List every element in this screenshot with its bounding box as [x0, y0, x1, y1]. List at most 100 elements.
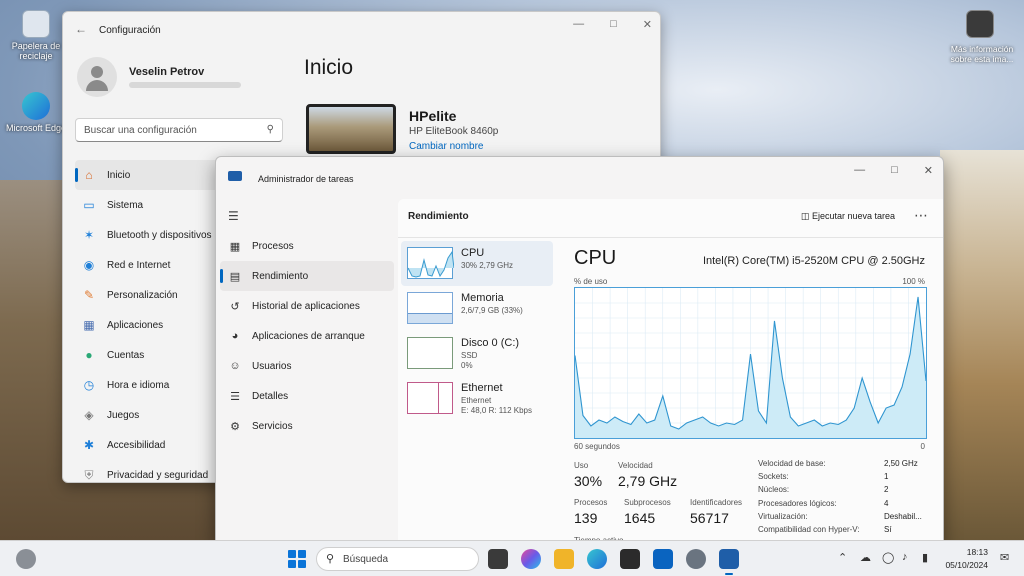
nav-item-accesibilidad[interactable]: ✱ Accesibilidad — [75, 430, 235, 460]
battery-icon[interactable]: ▮ — [922, 551, 928, 564]
nav-item-juegos[interactable]: ◈ Juegos — [75, 400, 235, 430]
nav-item-privacidad[interactable]: ⛨ Privacidad y seguridad — [75, 460, 235, 482]
cpu-model: Intel(R) Core(TM) i5-2520M CPU @ 2.50GHz — [702, 255, 925, 267]
volume-icon[interactable]: ♪ — [902, 551, 908, 563]
globe-clock-icon: ◷ — [83, 378, 95, 392]
clock[interactable]: 18:13 05/10/2024 — [945, 546, 988, 572]
nav-item-sistema[interactable]: ▭ Sistema — [75, 190, 235, 220]
tm-nav-label: Historial de aplicaciones — [252, 300, 360, 312]
file-explorer-icon[interactable] — [554, 549, 574, 569]
spec-row: Velocidad de base: 2,50 GHz — [758, 459, 928, 472]
nav-label: Bluetooth y dispositivos — [107, 229, 212, 241]
tm-nav-procesos[interactable]: ▦ Procesos — [220, 231, 394, 261]
task-manager-taskbar-icon[interactable] — [719, 549, 739, 575]
resource-cpu[interactable]: CPU 30% 2,79 GHz — [401, 241, 553, 286]
close-icon[interactable]: ✕ — [924, 164, 933, 177]
history-icon: ↺ — [230, 300, 240, 313]
copilot-icon[interactable] — [521, 549, 541, 569]
clock-time: 18:13 — [966, 547, 988, 557]
brush-icon: ✎ — [83, 288, 95, 302]
start-button[interactable] — [288, 550, 306, 568]
search-icon: ⚲ — [266, 124, 274, 135]
tm-nav-label: Servicios — [252, 420, 293, 432]
camera-info-icon[interactable] — [966, 10, 994, 38]
nav-label: Inicio — [107, 169, 131, 181]
tm-nav-rendimiento[interactable]: ▤ Rendimiento — [220, 261, 394, 291]
new-task-icon: ◫ — [800, 211, 812, 221]
back-arrow-icon[interactable]: ← — [75, 22, 87, 36]
stat-speed-label: Velocidad — [618, 461, 653, 470]
task-view-icon[interactable] — [488, 549, 508, 569]
shield-icon: ⛨ — [84, 467, 94, 482]
wallpaper-info-label[interactable]: Más información sobre esta ima... — [944, 44, 1020, 64]
tm-nav-historial[interactable]: ↺ Historial de aplicaciones — [220, 291, 394, 321]
avatar[interactable] — [77, 57, 117, 97]
edge-icon — [22, 92, 50, 120]
resource-sub: SSD 0% — [461, 351, 478, 370]
edge-shortcut[interactable]: Microsoft Edge — [4, 92, 68, 133]
notification-bell-icon[interactable]: ✉ — [1000, 551, 1009, 564]
edge-label: Microsoft Edge — [5, 123, 67, 133]
cpu-thumb-graph — [407, 250, 455, 278]
nav-item-red[interactable]: ◉ Red e Internet — [75, 250, 235, 280]
search-icon: ⚲ — [326, 553, 335, 565]
recycle-bin-shortcut[interactable]: Papelera de reciclaje — [4, 10, 68, 61]
nav-label: Accesibilidad — [107, 439, 166, 451]
tm-nav-label: Rendimiento — [252, 270, 309, 282]
cpu-usage-graph — [574, 287, 927, 439]
nav-label: Cuentas — [107, 349, 145, 361]
rename-link[interactable]: Cambiar nombre — [409, 141, 483, 152]
gamepad-icon: ◈ — [84, 408, 94, 422]
tm-nav-label: Aplicaciones de arranque — [252, 330, 365, 342]
resource-memory[interactable]: Memoria 2,6/7,9 GB (33%) — [401, 286, 553, 331]
nav-item-hora[interactable]: ◷ Hora e idioma — [75, 370, 235, 400]
cloud-icon[interactable]: ☁ — [860, 551, 871, 564]
nav-item-cuentas[interactable]: ● Cuentas — [75, 340, 235, 370]
spec-key: Compatibilidad con Hyper-V: — [758, 524, 860, 534]
resource-name: Memoria — [461, 292, 504, 304]
tm-nav-arranque[interactable]: ◕ Aplicaciones de arranque — [220, 321, 394, 351]
settings-nav: ⌂ Inicio ▭ Sistema ✶ Bluetooth y dispositiv… — [75, 160, 235, 482]
tm-nav-usuarios[interactable]: ☺ Usuarios — [220, 351, 394, 381]
spec-row: Procesadores lógicos: 4 — [758, 499, 928, 512]
store-icon[interactable] — [620, 549, 640, 569]
network-icon[interactable]: ◯ — [882, 551, 894, 564]
edge-icon[interactable] — [587, 549, 607, 569]
tm-window-controls: — □ ✕ — [854, 164, 933, 177]
nav-label: Personalización — [107, 289, 178, 301]
settings-title: Configuración — [99, 25, 161, 36]
settings-gear-icon[interactable] — [686, 549, 706, 569]
tm-nav-servicios[interactable]: ⚙ Servicios — [220, 411, 394, 441]
outlook-icon[interactable] — [653, 549, 673, 569]
tm-nav-label: Usuarios — [252, 360, 292, 372]
tm-nav-detalles[interactable]: ☰ Detalles — [220, 381, 394, 411]
nav-label: Sistema — [107, 199, 144, 211]
resource-disk[interactable]: Disco 0 (C:) SSD 0% — [401, 331, 553, 376]
nav-item-inicio[interactable]: ⌂ Inicio — [75, 160, 235, 190]
maximize-icon[interactable]: □ — [610, 18, 617, 31]
tm-performance-panel: Rendimiento ◫ Ejecutar nueva tarea ⋯ CPU… — [398, 199, 943, 545]
minimize-icon[interactable]: — — [854, 164, 865, 177]
nav-item-personalizacion[interactable]: ✎ Personalización — [75, 280, 235, 310]
taskbar-search-label: Búsqueda — [343, 554, 389, 565]
nav-item-aplicaciones[interactable]: ▦ Aplicaciones — [75, 310, 235, 340]
more-options-icon[interactable]: ⋯ — [914, 207, 929, 224]
hamburger-menu-icon[interactable]: ☰ — [228, 209, 239, 223]
weather-widget-icon[interactable] — [16, 549, 36, 569]
resource-ethernet[interactable]: Ethernet Ethernet E: 48,0 R: 112 Kbps — [401, 376, 553, 421]
maximize-icon[interactable]: □ — [891, 164, 898, 177]
taskbar-search[interactable]: ⚲ Búsqueda — [316, 547, 479, 571]
recycle-bin-icon — [22, 10, 50, 38]
settings-search-input[interactable]: Buscar una configuración ⚲ — [75, 118, 283, 142]
new-task-button[interactable]: ◫ Ejecutar nueva tarea — [801, 211, 895, 222]
close-icon[interactable]: ✕ — [643, 18, 652, 31]
spec-value: Sí — [884, 524, 892, 534]
chevron-up-icon[interactable]: ⌃ — [838, 551, 847, 564]
stat-processes-value: 139 — [574, 510, 598, 526]
nav-item-bluetooth[interactable]: ✶ Bluetooth y dispositivos — [75, 220, 235, 250]
stat-handles-value: 56717 — [690, 510, 729, 526]
minimize-icon[interactable]: — — [573, 18, 584, 31]
cpu-specs: Velocidad de base: 2,50 GHz Sockets: 1 Núc… — [758, 459, 928, 538]
stat-usage-value: 30% — [574, 473, 603, 489]
spec-key: Velocidad de base: — [758, 459, 826, 468]
